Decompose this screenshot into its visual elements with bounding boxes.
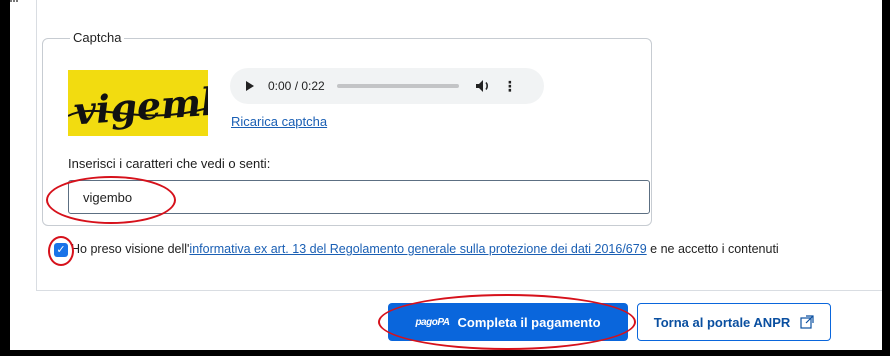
play-icon[interactable] (246, 81, 254, 91)
pagopa-logo-icon: pagoPA (415, 316, 450, 328)
left-gutter (10, 0, 36, 350)
captcha-legend: Captcha (70, 30, 125, 45)
captcha-image-graphic: vigembo (68, 76, 208, 133)
section-divider (36, 290, 882, 291)
consent-prefix: Ho preso visione dell' (71, 242, 190, 256)
privacy-policy-link[interactable]: informativa ex art. 13 del Regolamento g… (189, 242, 646, 256)
consent-suffix: e ne accetto i contenuti (646, 242, 779, 256)
captcha-image-text: vigembo (72, 76, 208, 133)
back-to-portal-label: Torna al portale ANPR (653, 314, 791, 330)
reload-captcha-link[interactable]: Ricarica captcha (231, 114, 327, 129)
audio-player[interactable]: 0:00 / 0:22 ⋮ (230, 68, 544, 104)
complete-payment-button[interactable]: pagoPA Completa il pagamento (388, 303, 628, 341)
audio-seek-bar[interactable] (336, 84, 459, 88)
volume-icon[interactable] (475, 79, 491, 93)
external-link-icon (800, 315, 814, 329)
content-border (36, 0, 37, 290)
captcha-input[interactable] (68, 180, 650, 214)
consent-checkbox[interactable]: ✓ (54, 243, 68, 257)
captcha-image: vigembo (68, 70, 208, 136)
audio-time: 0:00 / 0:22 (268, 79, 325, 93)
back-to-portal-button[interactable]: Torna al portale ANPR (637, 303, 831, 341)
captcha-input-label: Inserisci i caratteri che vedi o senti: (68, 156, 271, 171)
complete-payment-label: Completa il pagamento (457, 314, 601, 330)
consent-text: Ho preso visione dell'informativa ex art… (71, 242, 779, 256)
scroll-indicator (10, 0, 18, 8)
more-options-icon[interactable]: ⋮ (503, 78, 517, 95)
